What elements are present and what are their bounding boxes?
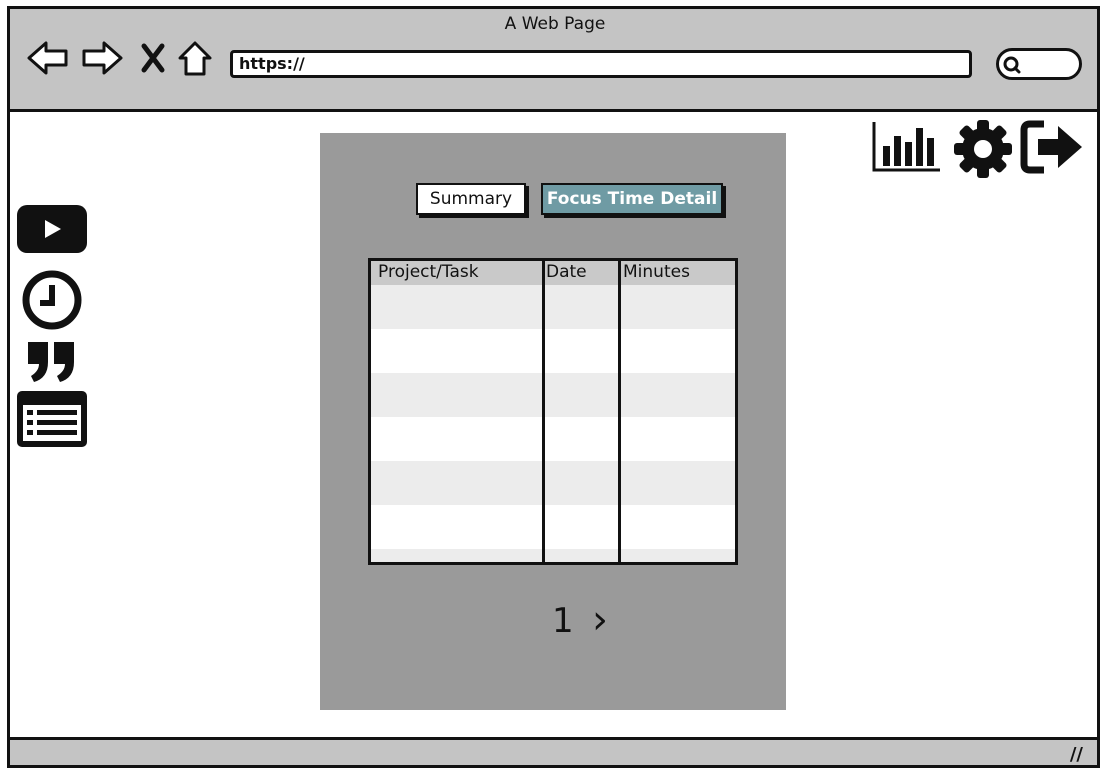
url-input[interactable]: https://: [230, 50, 972, 78]
browser-search-box[interactable]: [996, 48, 1082, 80]
column-header-date[interactable]: Date: [546, 262, 587, 282]
focus-time-table: Project/Task Date Minutes: [368, 258, 738, 565]
content-panel: Summary Focus Time Detail Project/Task D…: [320, 133, 786, 710]
list-icon[interactable]: [16, 390, 88, 448]
clock-icon[interactable]: [20, 268, 84, 332]
home-icon[interactable]: [176, 38, 214, 80]
gear-icon[interactable]: [952, 118, 1014, 180]
status-bar: //: [7, 737, 1100, 768]
close-x-icon[interactable]: [138, 38, 168, 78]
tab-summary[interactable]: Summary: [416, 183, 526, 215]
table-row: [371, 461, 735, 505]
resize-grip-icon[interactable]: //: [1070, 744, 1083, 765]
bar-chart-icon[interactable]: [870, 118, 942, 176]
table-row: [371, 549, 735, 562]
quote-icon[interactable]: [26, 340, 78, 384]
search-icon: [1003, 56, 1021, 74]
column-header-minutes[interactable]: Minutes: [623, 262, 690, 282]
pagination-next-button[interactable]: ›: [592, 597, 608, 643]
back-arrow-icon[interactable]: [26, 38, 70, 78]
table-row: [371, 285, 735, 329]
play-button-icon[interactable]: [16, 204, 88, 254]
column-divider: [542, 261, 545, 562]
tab-focus-time-detail[interactable]: Focus Time Detail: [541, 183, 723, 215]
logout-icon[interactable]: [1020, 118, 1086, 176]
column-divider: [618, 261, 621, 562]
forward-arrow-icon[interactable]: [80, 38, 124, 78]
window-title: A Web Page: [504, 14, 606, 34]
pagination-current-page[interactable]: 1: [552, 601, 574, 641]
table-row: [371, 373, 735, 417]
column-header-project-task[interactable]: Project/Task: [378, 262, 479, 282]
table-header: Project/Task Date Minutes: [371, 261, 735, 285]
